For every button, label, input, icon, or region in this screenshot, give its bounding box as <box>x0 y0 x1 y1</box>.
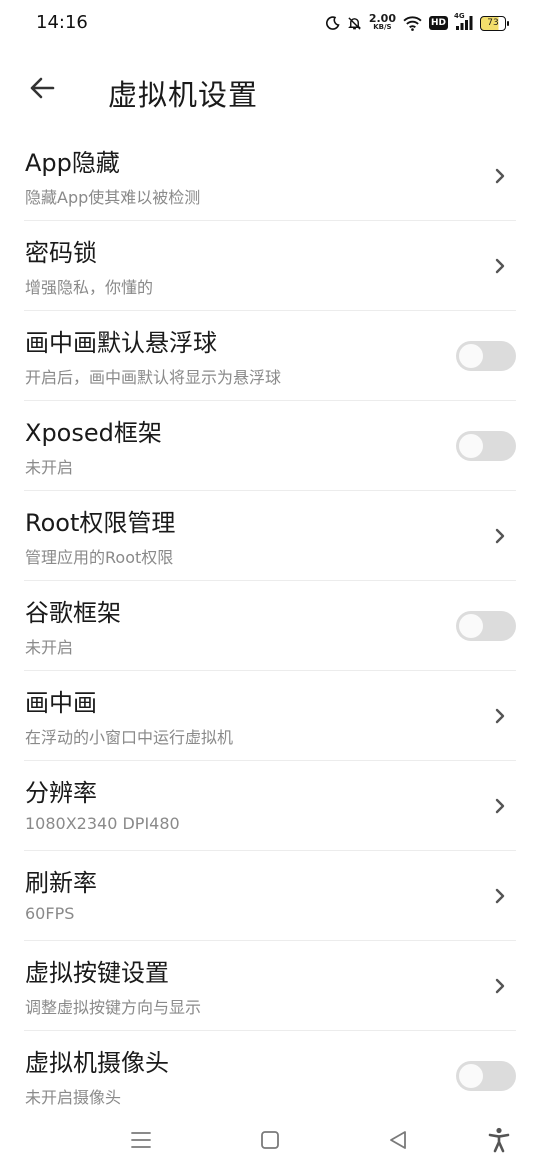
net-speed: 2.00 KB/S <box>368 12 396 32</box>
setting-subtitle: 未开启 <box>25 458 74 477</box>
setting-title: 刷新率 <box>25 869 97 897</box>
setting-xposed: Xposed框架 未开启 <box>24 401 516 491</box>
net-speed-unit: KB/S <box>373 23 392 31</box>
setting-title: 分辨率 <box>25 779 97 807</box>
chevron-right-icon <box>495 798 505 814</box>
chevron-right-icon <box>495 978 505 994</box>
hd-badge: HD <box>428 16 448 30</box>
google-framework-toggle[interactable] <box>456 611 516 641</box>
setting-virtual-keys[interactable]: 虚拟按键设置 调整虚拟按键方向与显示 <box>24 941 516 1031</box>
network-type: 4G <box>454 12 465 20</box>
arrow-left-icon <box>28 74 56 106</box>
nav-menu-button[interactable] <box>125 1124 157 1156</box>
battery-icon: 73 <box>480 15 509 31</box>
setting-subtitle: 未开启摄像头 <box>25 1088 122 1107</box>
setting-subtitle: 调整虚拟按键方向与显示 <box>25 998 202 1017</box>
setting-subtitle: 开启后，画中画默认将显示为悬浮球 <box>25 368 282 387</box>
setting-title: Root权限管理 <box>25 509 176 537</box>
chevron-right-icon <box>495 168 505 184</box>
setting-resolution[interactable]: 分辨率 1080X2340 DPI480 <box>24 761 516 851</box>
setting-subtitle: 管理应用的Root权限 <box>25 548 174 567</box>
status-time: 14:16 <box>36 12 88 33</box>
triangle-back-icon <box>390 1131 406 1149</box>
page-title: 虚拟机设置 <box>108 78 259 112</box>
nav-home-button[interactable] <box>254 1124 286 1156</box>
setting-title: 画中画默认悬浮球 <box>25 329 217 357</box>
setting-subtitle: 未开启 <box>25 638 74 657</box>
toggle-knob <box>459 614 483 638</box>
pip-floating-ball-toggle[interactable] <box>456 341 516 371</box>
setting-subtitle: 增强隐私，你懂的 <box>25 278 154 297</box>
back-button[interactable] <box>22 70 62 110</box>
chevron-right-icon <box>495 528 505 544</box>
setting-pip[interactable]: 画中画 在浮动的小窗口中运行虚拟机 <box>24 671 516 761</box>
header: 虚拟机设置 <box>0 60 540 120</box>
setting-title: 虚拟按键设置 <box>25 959 169 987</box>
moon-icon <box>325 16 340 30</box>
status-bar: 14:16 2.00 KB/S HD 4G 73 <box>0 0 540 46</box>
setting-subtitle: 60FPS <box>25 904 75 923</box>
status-icons: 2.00 KB/S HD 4G 73 <box>325 10 509 36</box>
toggle-knob <box>459 344 483 368</box>
setting-title: Xposed框架 <box>25 419 162 447</box>
setting-google-framework: 谷歌框架 未开启 <box>24 581 516 671</box>
chevron-right-icon <box>495 708 505 724</box>
setting-subtitle: 隐藏App使其难以被检测 <box>25 188 201 207</box>
bell-muted-icon <box>347 16 362 31</box>
chevron-right-icon <box>495 258 505 274</box>
menu-icon <box>131 1132 151 1148</box>
setting-title: 虚拟机摄像头 <box>25 1049 169 1077</box>
setting-title: 谷歌框架 <box>25 599 121 627</box>
setting-title: 密码锁 <box>25 239 97 267</box>
setting-title: App隐藏 <box>25 149 120 177</box>
xposed-toggle[interactable] <box>456 431 516 461</box>
square-home-icon <box>261 1131 279 1149</box>
setting-title: 画中画 <box>25 689 97 717</box>
nav-back-button[interactable] <box>382 1124 414 1156</box>
setting-password-lock[interactable]: 密码锁 增强隐私，你懂的 <box>24 221 516 311</box>
camera-toggle[interactable] <box>456 1061 516 1091</box>
net-speed-value: 2.00 <box>368 12 396 25</box>
settings-list: App隐藏 隐藏App使其难以被检测 密码锁 增强隐私，你懂的 画中画默认悬浮球… <box>0 131 540 1121</box>
setting-root-management[interactable]: Root权限管理 管理应用的Root权限 <box>24 491 516 581</box>
navigation-bar <box>0 1110 540 1170</box>
signal-icon: 4G <box>454 12 473 31</box>
accessibility-icon <box>488 1127 510 1153</box>
wifi-icon <box>403 15 422 31</box>
setting-subtitle: 在浮动的小窗口中运行虚拟机 <box>25 728 234 747</box>
setting-subtitle: 1080X2340 DPI480 <box>25 814 180 833</box>
nav-accessibility-button[interactable] <box>483 1124 515 1156</box>
setting-refresh-rate[interactable]: 刷新率 60FPS <box>24 851 516 941</box>
chevron-right-icon <box>495 888 505 904</box>
toggle-knob <box>459 1064 483 1088</box>
setting-pip-floating-ball: 画中画默认悬浮球 开启后，画中画默认将显示为悬浮球 <box>24 311 516 401</box>
setting-camera: 虚拟机摄像头 未开启摄像头 <box>24 1031 516 1121</box>
setting-app-hide[interactable]: App隐藏 隐藏App使其难以被检测 <box>24 131 516 221</box>
toggle-knob <box>459 434 483 458</box>
